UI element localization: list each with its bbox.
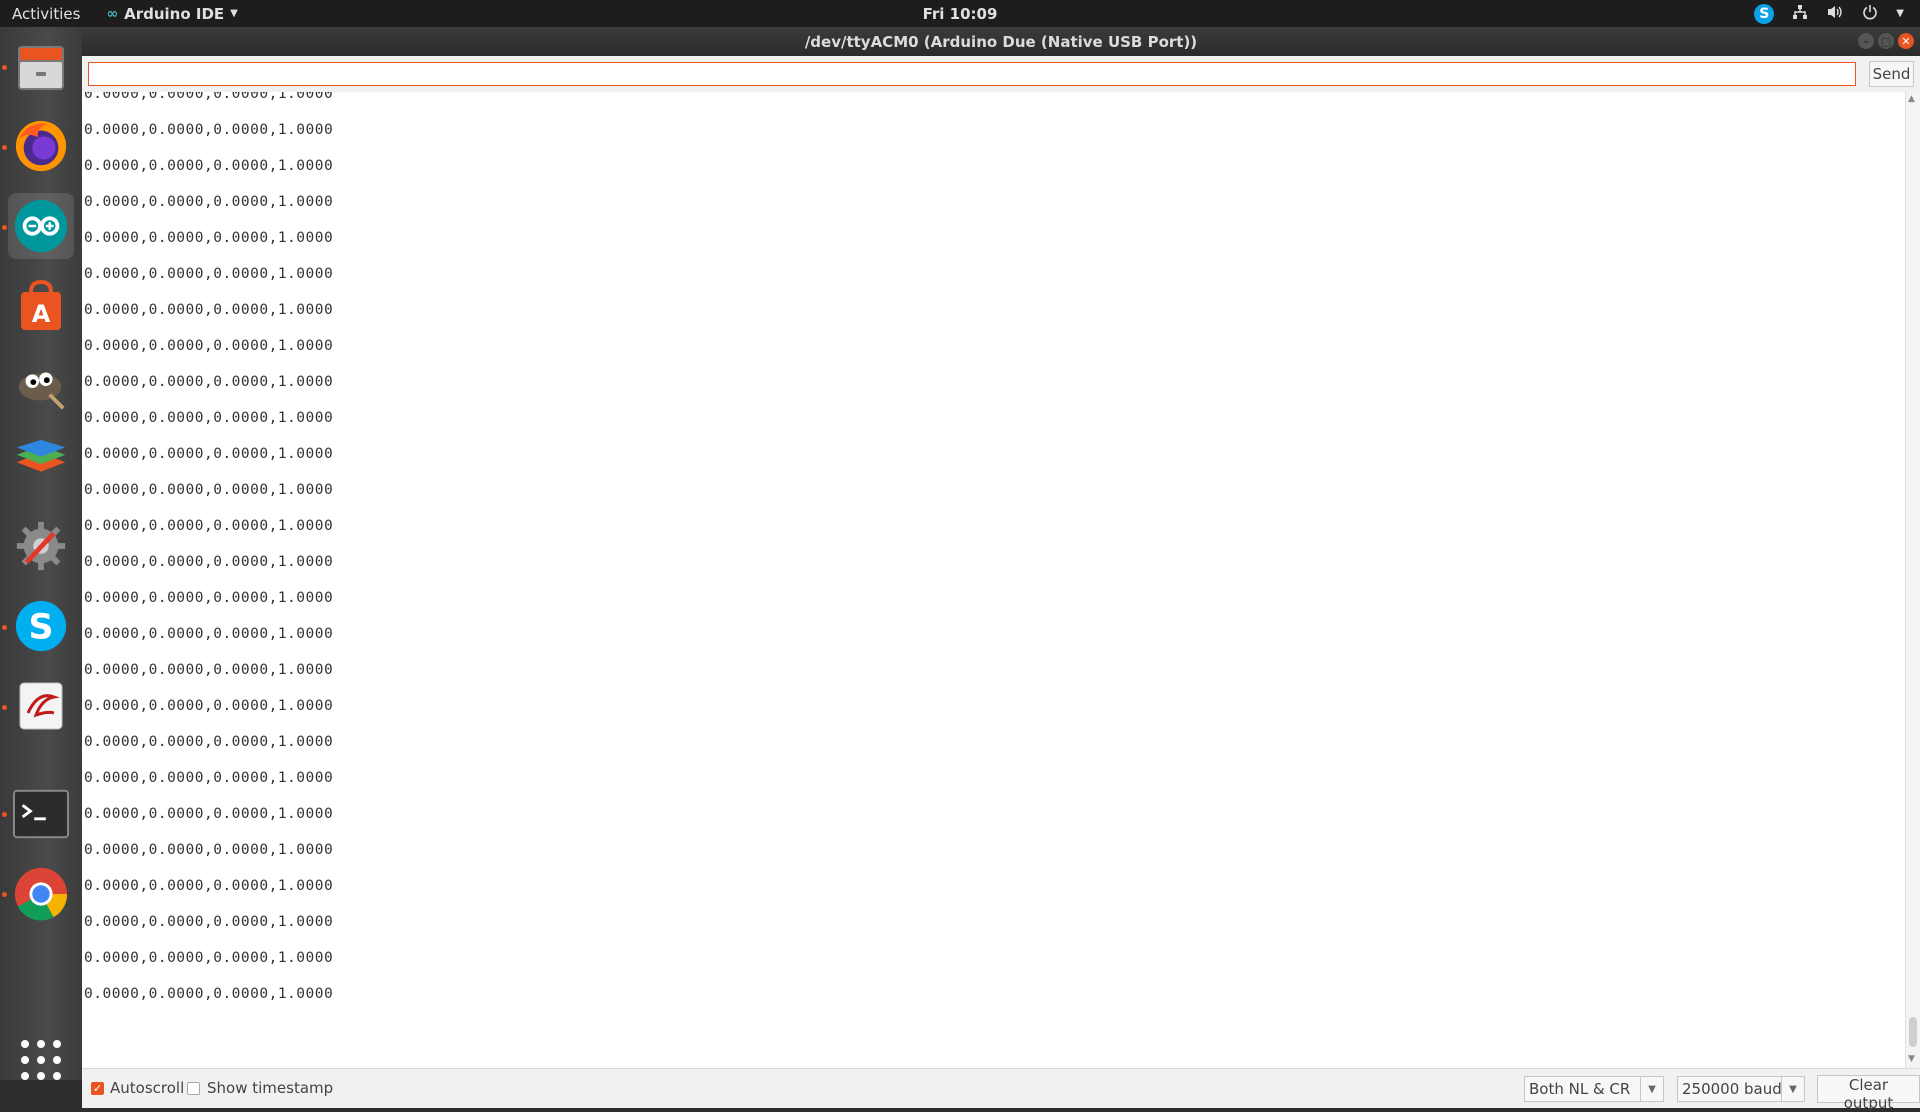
firefox-icon [13,118,69,174]
chevron-down-icon: ▼ [1781,1077,1804,1101]
running-indicator [2,65,7,70]
chrome-icon [13,866,69,922]
line-ending-value: Both NL & CR [1529,1080,1631,1098]
output-line: 0.0000,0.0000,0.0000,1.0000 [84,590,334,606]
baud-rate-value: 250000 baud [1682,1080,1782,1098]
output-line: 0.0000,0.0000,0.0000,1.0000 [84,194,334,210]
output-line: 0.0000,0.0000,0.0000,1.0000 [84,770,334,786]
output-line: 0.0000,0.0000,0.0000,1.0000 [84,92,334,102]
chevron-down-icon[interactable]: ▼ [1896,8,1904,19]
system-tray: S ▼ [1754,0,1904,27]
svg-text:A: A [32,300,51,328]
network-icon[interactable] [1792,4,1808,24]
output-line: 0.0000,0.0000,0.0000,1.0000 [84,914,334,930]
output-line: 0.0000,0.0000,0.0000,1.0000 [84,446,334,462]
software-center-icon: A [13,278,69,334]
svg-text:S: S [28,608,53,648]
minimize-icon[interactable]: – [1858,33,1874,49]
output-line: 0.0000,0.0000,0.0000,1.0000 [84,410,334,426]
dock-gimp[interactable] [8,353,74,419]
output-scrollbar[interactable]: ▲ ▼ [1905,92,1920,1068]
serial-output[interactable]: 0.0000,0.0000,0.0000,1.0000 0.0000,0.0000… [82,92,1906,1068]
running-indicator [2,625,7,630]
power-icon[interactable] [1862,4,1878,24]
skype-icon: S [13,598,69,654]
arduino-small-icon: ∞ [106,5,119,22]
running-indicator [2,145,7,150]
output-line: 0.0000,0.0000,0.0000,1.0000 [84,230,334,246]
autoscroll-checkbox[interactable]: ✓ [91,1082,104,1095]
bottom-bar: ✓ Autoscroll Show timestamp Both NL & CR… [82,1068,1920,1112]
output-line: 0.0000,0.0000,0.0000,1.0000 [84,122,334,138]
scroll-down-icon[interactable]: ▼ [1908,1054,1915,1064]
scrollbar-thumb[interactable] [1909,1017,1917,1047]
gimp-icon [13,358,69,414]
serial-input[interactable] [88,62,1856,86]
chevron-down-icon: ▼ [1640,1077,1663,1101]
running-indicator [2,892,7,897]
skype-icon[interactable]: S [1754,3,1775,24]
dock-files[interactable] [8,34,74,100]
dock-chrome[interactable] [8,861,74,927]
serial-monitor-window: /dev/ttyACM0 (Arduino Due (Native USB Po… [82,27,1920,1112]
output-line: 0.0000,0.0000,0.0000,1.0000 [84,518,334,534]
output-line: 0.0000,0.0000,0.0000,1.0000 [84,878,334,894]
dock-terminal[interactable] [8,781,74,847]
arduino-icon [13,198,69,254]
timestamp-label[interactable]: Show timestamp [207,1079,333,1097]
autoscroll-label[interactable]: Autoscroll [110,1079,184,1097]
evince-icon [13,678,69,734]
send-button[interactable]: Send [1869,61,1914,87]
dock-firefox[interactable] [8,113,74,179]
output-line: 0.0000,0.0000,0.0000,1.0000 [84,554,334,570]
dock-evince[interactable] [8,673,74,739]
chevron-down-icon: ▼ [230,8,238,19]
scroll-up-icon[interactable]: ▲ [1908,94,1915,104]
output-line: 0.0000,0.0000,0.0000,1.0000 [84,266,334,282]
top-bar: Activities ∞ Arduino IDE ▼ Fri 10:09 S ▼ [0,0,1920,27]
files-icon [13,39,69,95]
layers-icon [13,438,69,494]
window-controls: – □ ✕ [1858,33,1914,49]
running-indicator [2,705,7,710]
running-indicator [2,225,7,230]
output-line: 0.0000,0.0000,0.0000,1.0000 [84,338,334,354]
output-line: 0.0000,0.0000,0.0000,1.0000 [84,626,334,642]
dock-skype[interactable]: S [8,593,74,659]
volume-icon[interactable] [1826,4,1844,24]
close-icon[interactable]: ✕ [1898,33,1914,49]
output-line: 0.0000,0.0000,0.0000,1.0000 [84,986,334,1002]
dock-settings[interactable] [8,513,74,579]
clock[interactable]: Fri 10:09 [923,5,998,23]
app-menu[interactable]: ∞ Arduino IDE ▼ [106,5,237,23]
output-line: 0.0000,0.0000,0.0000,1.0000 [84,950,334,966]
system-settings-icon [13,518,69,574]
dock-show-apps[interactable] [8,1027,74,1093]
output-line: 0.0000,0.0000,0.0000,1.0000 [84,806,334,822]
terminal-icon [13,786,69,842]
output-line: 0.0000,0.0000,0.0000,1.0000 [84,374,334,390]
timestamp-checkbox[interactable] [187,1082,200,1095]
clear-output-button[interactable]: Clear output [1817,1075,1920,1112]
app-menu-label: Arduino IDE [124,4,225,23]
running-indicator [2,812,7,817]
send-row: Send [82,56,1920,92]
maximize-icon[interactable]: □ [1878,33,1894,49]
output-line: 0.0000,0.0000,0.0000,1.0000 [84,842,334,858]
dock-arduino[interactable] [8,193,74,259]
output-line: 0.0000,0.0000,0.0000,1.0000 [84,302,334,318]
output-line: 0.0000,0.0000,0.0000,1.0000 [84,482,334,498]
window-title: /dev/ttyACM0 (Arduino Due (Native USB Po… [804,32,1198,51]
dock: A S [0,27,82,1080]
output-line: 0.0000,0.0000,0.0000,1.0000 [84,698,334,714]
output-line: 0.0000,0.0000,0.0000,1.0000 [84,734,334,750]
window-titlebar[interactable]: /dev/ttyACM0 (Arduino Due (Native USB Po… [82,27,1920,56]
dock-layers[interactable] [8,433,74,499]
output-line: 0.0000,0.0000,0.0000,1.0000 [84,662,334,678]
dock-software[interactable]: A [8,273,74,339]
output-line: 0.0000,0.0000,0.0000,1.0000 [84,158,334,174]
activities-button[interactable]: Activities [12,5,80,23]
